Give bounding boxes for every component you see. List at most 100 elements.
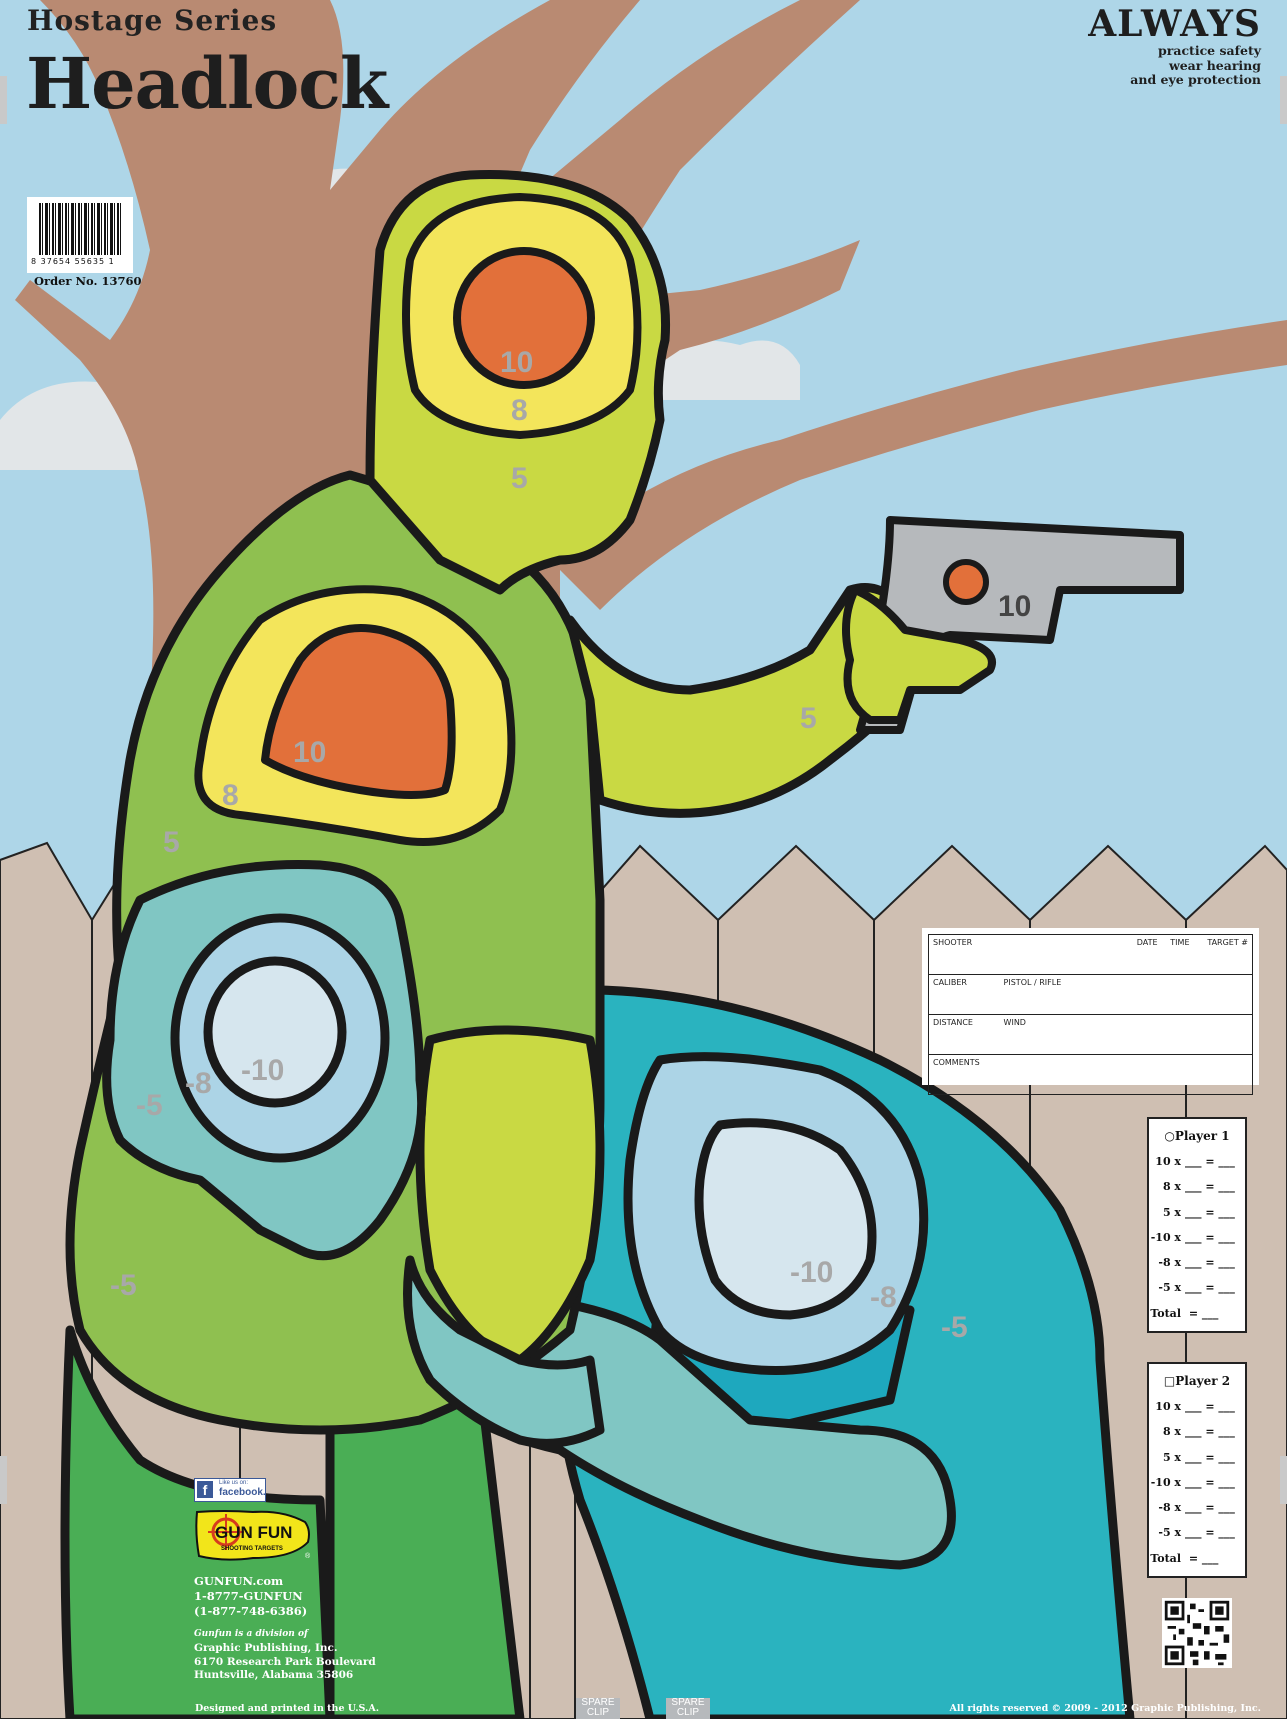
player-2-row[interactable]: 10 x ___ = ___ [1149,1394,1245,1419]
company-street: 6170 Research Park Boulevard [194,1655,376,1668]
player-2-row-blank: ___ = ___ [1185,1450,1235,1464]
info-row-shooter: SHOOTER DATE TIME TARGET # [928,934,1253,975]
distance-cell: DISTANCE WIND [928,1014,1253,1055]
score-head-10: 10 [500,346,533,379]
clip-tab-top-right[interactable] [1280,76,1287,124]
website-tld: .com [252,1574,284,1588]
logo-registered: ® [305,1552,311,1560]
score-chest-5: 5 [163,826,180,859]
caliber-label: CALIBER [933,978,967,987]
score-hostage1-m8: -8 [185,1067,212,1100]
website-link[interactable]: GUNFUN.com [194,1574,376,1589]
score-hostage1-body-m5: -5 [110,1269,137,1302]
score-hostage2-m10: -10 [790,1256,833,1289]
score-head-5: 5 [511,462,528,495]
comments-label: COMMENTS [933,1058,980,1067]
barcode: 8 37654 55635 1 [27,197,133,273]
player-1-title: ○Player 1 [1164,1129,1230,1143]
spare-clip-b[interactable]: SPARE CLIP [666,1698,710,1719]
phone-1: 1-8777-GUNFUN [194,1589,303,1603]
score-hostage1-m5: -5 [136,1089,163,1122]
player-1-row-blank: ___ = ___ [1185,1205,1235,1219]
player-2-row-blank: ___ = ___ [1185,1425,1235,1439]
player-2-row-label: 5 x [1162,1450,1181,1464]
logo-tagline: SHOOTING TARGETS [221,1546,283,1552]
info-row-comments: COMMENTS [928,1054,1253,1095]
caliber-cell: CALIBER PISTOL / RIFLE [928,974,1253,1015]
pistol-target-10 [943,559,989,605]
score-head-8: 8 [511,394,528,427]
target-label: TARGET # [1207,938,1248,947]
player-2-title: □Player 2 [1163,1374,1231,1388]
company-city: Huntsville, Alabama 35806 [194,1669,354,1681]
footer-made-in: Designed and printed in the U.S.A. [195,1703,380,1714]
qr-code[interactable] [1162,1598,1232,1668]
player-2-row-label: -8 x [1158,1501,1181,1515]
player-2-row-label: -5 x [1158,1526,1181,1540]
player-2-row-blank: ___ = ___ [1185,1400,1235,1413]
player-1-row[interactable]: 5 x ___ = ___ [1149,1200,1245,1225]
player-1-row[interactable]: 10 x ___ = ___ [1149,1149,1245,1174]
player-2-row[interactable]: -8 x ___ = ___ [1149,1495,1245,1520]
player-2-row-label: 8 x [1162,1425,1181,1439]
player-1-row-label: 10 x [1155,1155,1181,1168]
shooter-label: SHOOTER [933,938,973,947]
player-2-row[interactable]: Total = ___ [1149,1546,1245,1571]
player-1-row-blank: ___ = ___ [1185,1281,1235,1295]
player-1-row[interactable]: -5 x ___ = ___ [1149,1275,1245,1300]
pistol-rifle-label: PISTOL / RIFLE [1003,978,1062,987]
safety-line-3: and eye protection [1130,72,1261,87]
clip-tab-bottom-right[interactable] [1280,1456,1287,1504]
player-2-row-blank: = ___ [1185,1551,1219,1565]
order-number: Order No. 13760 [34,274,142,288]
player-1-row[interactable]: -10 x ___ = ___ [1149,1225,1245,1250]
clip-tab-bottom-left[interactable] [0,1456,7,1504]
score-chest-10: 10 [293,736,326,769]
safety-notice: ALWAYS practice safety wear hearing and … [1088,4,1261,88]
comments-cell: COMMENTS [928,1054,1253,1095]
division-note: Gunfun is a division of [194,1629,308,1639]
facebook-small-text: Like us on: [219,1480,249,1486]
player-1-row-blank: ___ = ___ [1185,1155,1235,1168]
player-1-row-blank: ___ = ___ [1185,1230,1235,1244]
series-title: Hostage Series [27,4,278,37]
score-hostage1-m10: -10 [241,1054,284,1087]
player-2-scorecard: □Player 2 10 x ___ = ___ 8 x ___ = ___ 5 x __… [1147,1362,1247,1578]
info-row-distance: DISTANCE WIND [928,1014,1253,1055]
player-1-row-blank: ___ = ___ [1185,1180,1235,1194]
logo-brand: GUN FUN [215,1523,292,1542]
facebook-badge[interactable]: f Like us on: facebook. [194,1478,266,1502]
player-2-row[interactable]: 8 x ___ = ___ [1149,1419,1245,1444]
player-1-row[interactable]: 8 x ___ = ___ [1149,1174,1245,1199]
target-illustration: 10 8 5 10 8 5 10 5 -10 -8 -5 -5 -10 -8 -5 [0,0,1287,1719]
player-2-row[interactable]: -10 x ___ = ___ [1149,1470,1245,1495]
score-hostage2-m8: -8 [870,1281,897,1314]
player-2-row-label: Total [1150,1551,1181,1565]
distance-label: DISTANCE [933,1018,973,1027]
player-1-row-label: -8 x [1158,1256,1181,1270]
player-1-row-blank: = ___ [1185,1306,1219,1320]
player-1-rows: 10 x ___ = ___ 8 x ___ = ___ 5 x ___ = ___ -10… [1149,1149,1245,1326]
player-1-row-label: Total [1150,1306,1181,1320]
safety-headline: ALWAYS [1088,3,1261,45]
player-2-row-label: 10 x [1155,1400,1181,1413]
player-2-row[interactable]: -5 x ___ = ___ [1149,1520,1245,1545]
footer-copyright: All rights reserved © 2009 - 2012 Graphi… [949,1703,1261,1714]
player-2-rows: 10 x ___ = ___ 8 x ___ = ___ 5 x ___ = ___ -10… [1149,1394,1245,1571]
date-label: DATE [1136,938,1158,947]
spare-clip-a[interactable]: SPARE CLIP [576,1698,620,1719]
player-1-row-label: 5 x [1162,1205,1181,1219]
player-2-row-label: -10 x [1150,1475,1181,1489]
clip-tab-top-left[interactable] [0,76,7,124]
info-table: SHOOTER DATE TIME TARGET # CALIBER PISTO… [928,934,1253,1095]
player-2-row[interactable]: 5 x ___ = ___ [1149,1445,1245,1470]
score-gun-10: 10 [998,590,1031,623]
score-chest-8: 8 [222,779,239,812]
facebook-icon: f [197,1481,213,1498]
contact-block: GUNFUN.com 1-8777-GUNFUN (1-877-748-6386… [194,1574,376,1683]
player-1-row-blank: ___ = ___ [1185,1256,1235,1270]
gunfun-logo[interactable]: GUN FUN SHOOTING TARGETS ® [193,1506,313,1563]
player-2-row-blank: ___ = ___ [1185,1501,1235,1515]
player-1-row[interactable]: Total = ___ [1149,1301,1245,1326]
player-1-row[interactable]: -8 x ___ = ___ [1149,1250,1245,1275]
